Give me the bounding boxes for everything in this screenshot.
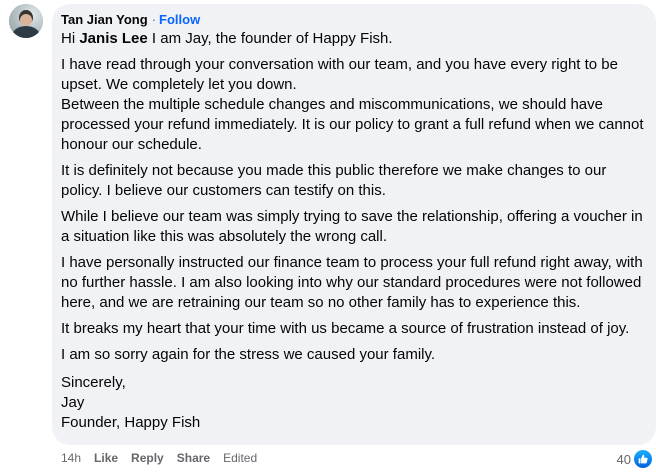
greeting-line: Hi Janis Lee I am Jay, the founder of Ha… — [61, 29, 644, 49]
timestamp-link[interactable]: 14h — [61, 451, 81, 465]
author-name[interactable]: Tan Jian Yong — [61, 12, 148, 27]
follow-button[interactable]: Follow — [159, 12, 200, 27]
edited-label[interactable]: Edited — [223, 451, 257, 465]
comment-body: Hi Janis Lee I am Jay, the founder of Ha… — [61, 29, 644, 433]
like-thumb-icon — [634, 450, 652, 468]
avatar-face — [20, 14, 32, 26]
like-button[interactable]: Like — [94, 451, 118, 465]
signoff-line: Founder, Happy Fish — [61, 414, 201, 431]
comment-actions: 14h Like Reply Share Edited — [61, 450, 270, 466]
greeting-prefix: Hi — [61, 30, 76, 47]
signoff-line: Jay — [61, 394, 85, 411]
paragraph: I am so sorry again for the stress we ca… — [61, 346, 436, 363]
comment: Tan Jian Yong · Follow Hi Janis Lee I am J… — [0, 0, 656, 472]
reaction-summary[interactable]: 40 — [617, 450, 652, 468]
separator-dot: · — [151, 12, 157, 27]
paragraph: It breaks my heart that your time with u… — [61, 320, 630, 337]
avatar[interactable] — [9, 4, 43, 38]
paragraph: While I believe our team was simply tryi… — [61, 208, 643, 245]
signoff-line: Sincerely, — [61, 374, 126, 391]
greeting-suffix: I am Jay, the founder of Happy Fish. — [151, 30, 393, 47]
paragraph: It is definitely not because you made th… — [61, 162, 607, 199]
reaction-count: 40 — [616, 451, 631, 467]
comment-header: Tan Jian Yong · Follow — [61, 11, 644, 29]
paragraph: I have read through your conversation wi… — [61, 56, 618, 93]
reply-button[interactable]: Reply — [131, 451, 164, 465]
share-button[interactable]: Share — [177, 451, 210, 465]
mention-link[interactable]: Janis Lee — [79, 30, 147, 47]
signoff: Sincerely, Jay Founder, Happy Fish — [61, 373, 644, 433]
comment-bubble: Tan Jian Yong · Follow Hi Janis Lee I am J… — [52, 4, 656, 445]
paragraph: I have personally instructed our finance… — [61, 254, 643, 311]
paragraph: Between the multiple schedule changes an… — [61, 96, 644, 153]
